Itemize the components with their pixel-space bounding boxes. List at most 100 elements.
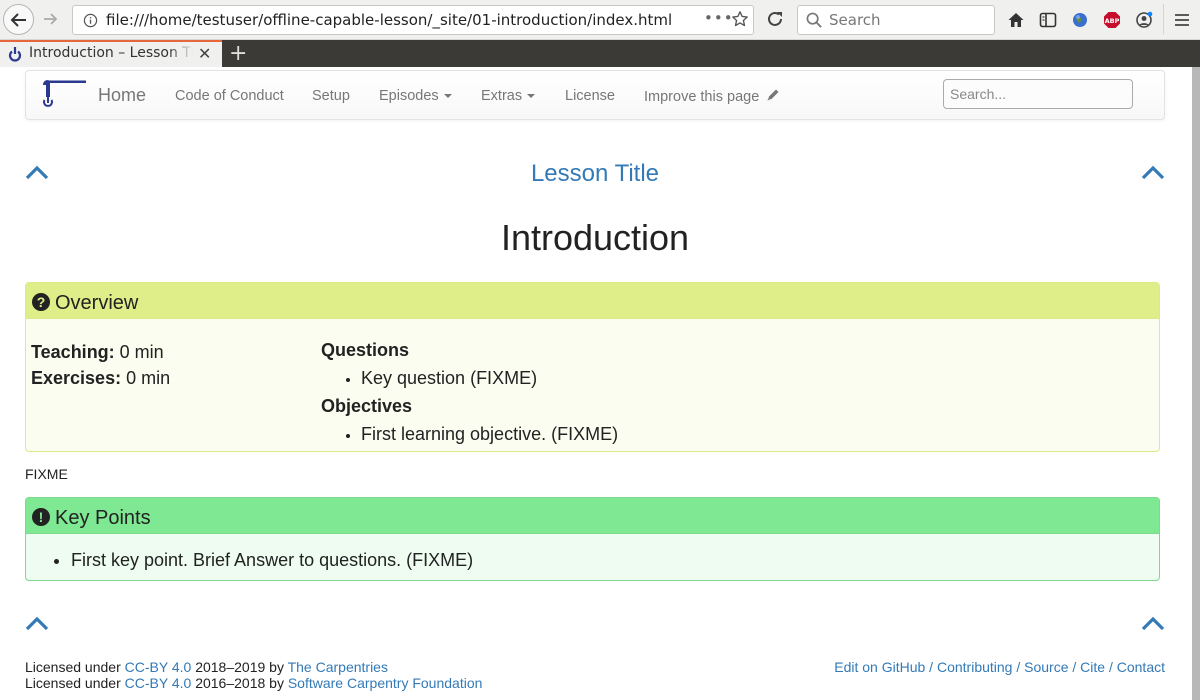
license-prefix: Licensed under <box>25 659 125 675</box>
reload-icon[interactable] <box>765 9 785 29</box>
adblock-plus-icon: ABP <box>1104 12 1120 28</box>
question-circle-icon: ? <box>32 292 50 311</box>
footer-separator: / <box>925 659 937 675</box>
exercises-label: Exercises: <box>31 368 122 388</box>
browser-search-input[interactable]: Search <box>797 5 995 35</box>
objective-item: First learning objective. (FIXME) <box>361 417 618 451</box>
page-scrollbar[interactable] <box>1192 67 1200 700</box>
browser-search-placeholder: Search <box>829 11 881 29</box>
nav-extras-dropdown[interactable]: Extras <box>481 88 536 104</box>
contributing-link[interactable]: Contributing <box>937 659 1013 675</box>
adblock-plus-button[interactable]: ABP <box>1102 10 1122 30</box>
cite-link[interactable]: Cite <box>1080 659 1105 675</box>
keypoints-heading: Key Points <box>55 507 151 529</box>
body-text: FIXME <box>25 466 68 482</box>
info-icon[interactable] <box>83 13 98 28</box>
hamburger-menu-icon <box>1175 14 1189 26</box>
globe-extension-button[interactable] <box>1070 10 1090 30</box>
svg-text:ABP: ABP <box>1105 17 1120 25</box>
teaching-value: 0 min <box>114 342 164 362</box>
nav-license[interactable]: License <box>565 88 615 104</box>
nav-setup[interactable]: Setup <box>312 88 350 104</box>
next-episode-bottom-chevron-up-icon[interactable] <box>1141 614 1165 632</box>
url-bar[interactable]: file:///home/testuser/offline-capable-le… <box>72 5 754 35</box>
caret-down-icon <box>527 94 536 99</box>
caret-down-icon <box>443 94 452 99</box>
cc-by-license-link[interactable]: CC-BY 4.0 <box>125 659 192 675</box>
exercises-value: 0 min <box>121 368 171 388</box>
license-line-1: Licensed under CC-BY 4.0 2018–2019 by Th… <box>25 659 482 675</box>
source-link[interactable]: Source <box>1024 659 1068 675</box>
back-icon <box>10 12 26 27</box>
overview-timing: Teaching: 0 min Exercises: 0 min <box>31 339 170 391</box>
question-item: Key question (FIXME) <box>361 361 618 395</box>
nav-setup-label: Setup <box>312 88 350 104</box>
questions-heading: Questions <box>321 340 410 360</box>
favicon-power-icon <box>8 47 22 62</box>
license-years: 2018–2019 by <box>191 659 288 675</box>
account-button[interactable] <box>1134 10 1154 30</box>
teaching-time: Teaching: 0 min <box>31 339 170 365</box>
keypoints-list: First key point. Brief Answer to questio… <box>71 550 473 571</box>
tab-close-icon[interactable]: ✕ <box>198 44 211 63</box>
overview-heading: Overview <box>55 292 139 314</box>
contact-link[interactable]: Contact <box>1117 659 1165 675</box>
nav-episodes-dropdown[interactable]: Episodes <box>379 88 452 104</box>
browser-toolbar: file:///home/testuser/offline-capable-le… <box>0 0 1200 40</box>
site-search-input[interactable] <box>943 79 1133 109</box>
carpentries-logo-icon[interactable] <box>40 76 88 112</box>
site-navbar: Home Code of Conduct Setup Episodes Extr… <box>25 70 1165 120</box>
tab-introduction[interactable]: Introduction – Lesson Title ✕ <box>0 40 222 67</box>
url-text[interactable]: file:///home/testuser/offline-capable-le… <box>106 11 672 29</box>
nav-code-of-conduct[interactable]: Code of Conduct <box>175 88 284 104</box>
keypoint-item: First key point. Brief Answer to questio… <box>71 550 473 571</box>
teaching-label: Teaching: <box>31 342 115 362</box>
overview-panel: ? Overview Teaching: 0 min Exercises: 0 … <box>25 282 1160 452</box>
page-actions-icon[interactable]: ••• <box>704 9 734 27</box>
home-button[interactable] <box>1006 10 1026 30</box>
menu-button[interactable] <box>1172 10 1192 30</box>
overview-header: ? Overview <box>26 283 1159 319</box>
the-carpentries-link[interactable]: The Carpentries <box>288 659 388 675</box>
nav-extras-label: Extras <box>481 88 523 104</box>
nav-episodes-label: Episodes <box>379 88 439 104</box>
license-line-2: Licensed under CC-BY 4.0 2016–2018 by So… <box>25 675 482 691</box>
overview-questions-objectives: Questions Key question (FIXME) Objective… <box>321 339 618 451</box>
license-years: 2016–2018 by <box>191 675 288 691</box>
footer-license: Licensed under CC-BY 4.0 2018–2019 by Th… <box>25 659 482 691</box>
keypoints-header: ! Key Points <box>26 498 1159 534</box>
back-button[interactable] <box>3 4 34 35</box>
footer-separator: / <box>1105 659 1117 675</box>
nav-license-label: License <box>565 88 615 104</box>
objectives-list: First learning objective. (FIXME) <box>361 417 618 451</box>
cc-by-license-link[interactable]: CC-BY 4.0 <box>125 675 192 691</box>
nav-code-of-conduct-label: Code of Conduct <box>175 88 284 104</box>
reader-view-button[interactable] <box>1038 10 1058 30</box>
new-tab-button[interactable]: + <box>229 41 247 66</box>
exclamation-circle-icon: ! <box>32 507 50 526</box>
footer-separator: / <box>1012 659 1025 675</box>
footer-links: Edit on GitHub / Contributing / Source /… <box>834 659 1165 675</box>
footer-separator: / <box>1068 659 1081 675</box>
tab-strip: Introduction – Lesson Title ✕ + <box>0 40 1200 67</box>
nav-improve-this-page[interactable]: Improve this page <box>644 88 780 105</box>
forward-button[interactable] <box>40 8 62 30</box>
questions-list: Key question (FIXME) <box>361 361 618 395</box>
account-icon <box>1136 11 1153 28</box>
previous-episode-bottom-chevron-up-icon[interactable] <box>25 614 49 632</box>
nav-home-link[interactable]: Home <box>98 85 146 106</box>
bookmark-star-icon[interactable] <box>731 10 749 28</box>
home-icon <box>1008 13 1024 27</box>
reader-view-icon <box>1039 12 1057 28</box>
edit-on-github-link[interactable]: Edit on GitHub <box>834 659 925 675</box>
forward-icon <box>44 13 58 25</box>
license-prefix: Licensed under <box>25 675 125 691</box>
lesson-title-link[interactable]: Lesson Title <box>0 160 1190 188</box>
nav-improve-label: Improve this page <box>644 89 760 105</box>
tab-title: Introduction – Lesson Title <box>29 45 193 61</box>
globe-extension-icon <box>1073 13 1087 27</box>
software-carpentry-foundation-link[interactable]: Software Carpentry Foundation <box>288 675 483 691</box>
keypoints-panel: ! Key Points First key point. Brief Answ… <box>25 497 1160 581</box>
toolbar-separator <box>1163 4 1164 34</box>
search-icon <box>806 12 822 28</box>
